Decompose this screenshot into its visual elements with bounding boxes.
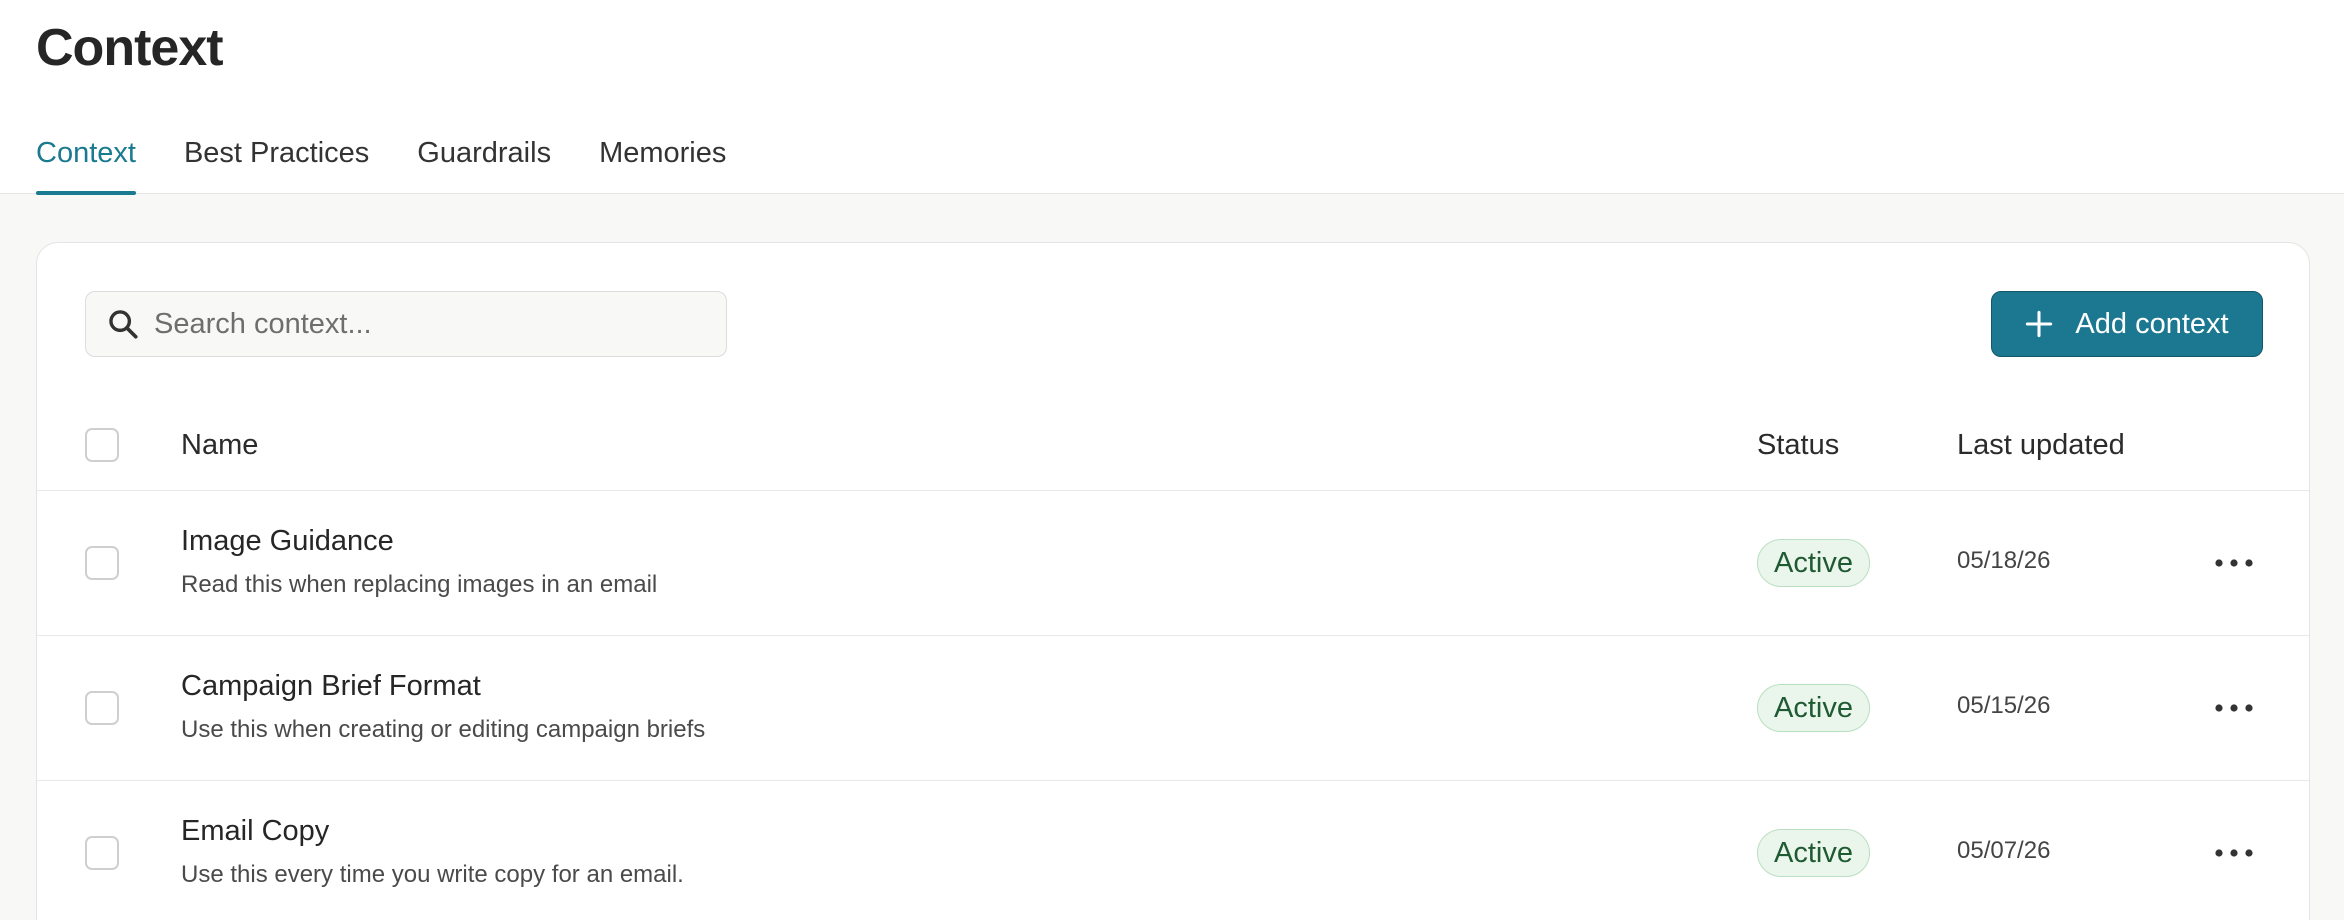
search-input[interactable] xyxy=(154,307,726,341)
row-description: Use this when creating or editing campai… xyxy=(181,716,706,743)
tab-best-practices[interactable]: Best Practices xyxy=(184,122,369,194)
row-description: Read this when replacing images in an em… xyxy=(181,571,658,598)
more-horizontal-icon xyxy=(2215,704,2253,712)
row-name[interactable]: Email Copy xyxy=(181,815,329,848)
more-options-button[interactable] xyxy=(2207,543,2261,583)
row-description: Use this every time you write copy for a… xyxy=(181,861,684,888)
column-header-status[interactable]: Status xyxy=(1757,399,1839,491)
column-header-name[interactable]: Name xyxy=(181,399,258,491)
row-checkbox[interactable] xyxy=(85,546,119,580)
row-name[interactable]: Campaign Brief Format xyxy=(181,670,481,703)
tab-guardrails[interactable]: Guardrails xyxy=(417,122,551,194)
table-header: Name Status Last updated xyxy=(37,399,2309,491)
search-icon xyxy=(109,310,138,339)
row-checkbox[interactable] xyxy=(85,836,119,870)
row-name[interactable]: Image Guidance xyxy=(181,525,394,558)
tab-bar: Context Best Practices Guardrails Memori… xyxy=(36,122,774,195)
plus-icon xyxy=(2026,310,2053,338)
select-all-checkbox[interactable] xyxy=(85,428,119,462)
status-badge: Active xyxy=(1757,829,1870,877)
more-horizontal-icon xyxy=(2215,849,2253,857)
add-context-button[interactable]: Add context xyxy=(1991,291,2263,357)
status-badge: Active xyxy=(1757,539,1870,587)
last-updated-date: 05/18/26 xyxy=(1957,547,2051,574)
more-options-button[interactable] xyxy=(2207,833,2261,873)
header: Context Context Best Practices Guardrail… xyxy=(0,0,2344,195)
page-title: Context xyxy=(36,19,224,77)
tab-memories[interactable]: Memories xyxy=(599,122,726,194)
table-row[interactable]: Image Guidance Read this when replacing … xyxy=(37,491,2309,636)
search-box[interactable] xyxy=(85,291,727,357)
more-options-button[interactable] xyxy=(2207,688,2261,728)
row-checkbox[interactable] xyxy=(85,691,119,725)
table-row[interactable]: Email Copy Use this every time you write… xyxy=(37,781,2309,920)
add-context-label: Add context xyxy=(2075,307,2229,340)
tab-context[interactable]: Context xyxy=(36,122,136,195)
status-badge: Active xyxy=(1757,684,1870,732)
table-row[interactable]: Campaign Brief Format Use this when crea… xyxy=(37,636,2309,781)
more-horizontal-icon xyxy=(2215,559,2253,567)
column-header-last-updated[interactable]: Last updated xyxy=(1957,399,2125,491)
last-updated-date: 05/15/26 xyxy=(1957,692,2051,719)
context-table-card: Add context Name Status Last updated Ima… xyxy=(36,242,2310,920)
last-updated-date: 05/07/26 xyxy=(1957,837,2051,864)
